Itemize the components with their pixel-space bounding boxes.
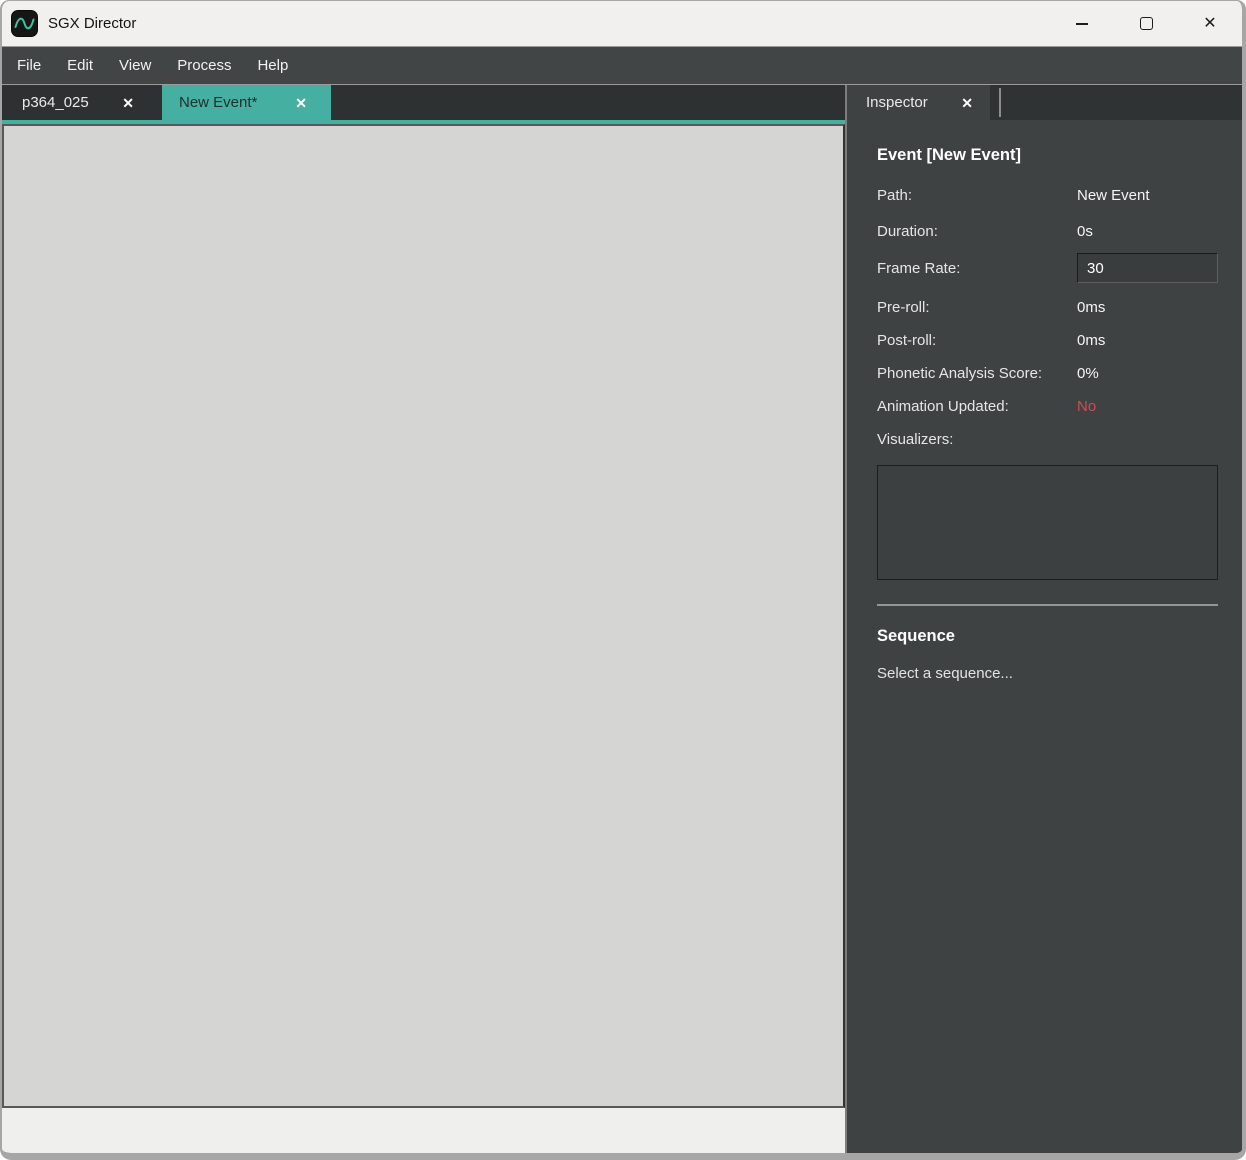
property-label: Frame Rate:	[877, 260, 1077, 277]
property-label: Visualizers:	[877, 431, 1077, 448]
property-label: Pre-roll:	[877, 299, 1077, 316]
menu-item-process[interactable]: Process	[164, 47, 244, 84]
minimize-icon	[1076, 23, 1088, 25]
sequence-heading: Sequence	[877, 627, 1212, 646]
menu-item-view[interactable]: View	[106, 47, 164, 84]
property-value: 0s	[1077, 223, 1093, 240]
property-value: 0ms	[1077, 332, 1105, 349]
section-divider	[877, 604, 1218, 606]
property-row-duration: Duration: 0s	[877, 213, 1212, 249]
property-row-post-roll: Post-roll: 0ms	[877, 324, 1212, 357]
tabbar-separator	[999, 88, 1001, 117]
property-value: New Event	[1077, 187, 1150, 204]
inspector-content: Event [New Event] Path: New Event Durati…	[847, 120, 1242, 682]
titlebar: SGX Director ✕	[2, 1, 1242, 46]
bottom-strip	[2, 1108, 845, 1153]
tab-new-event[interactable]: New Event* ✕	[162, 85, 331, 120]
minimize-button[interactable]	[1050, 1, 1114, 46]
property-row-animation-updated: Animation Updated: No	[877, 390, 1212, 423]
tab-inspector[interactable]: Inspector ✕	[847, 85, 990, 120]
property-value: 0%	[1077, 365, 1099, 382]
maximize-icon	[1140, 17, 1153, 30]
menu-item-edit[interactable]: Edit	[54, 47, 106, 84]
tab-label: p364_025	[22, 94, 89, 111]
tab-close-icon[interactable]: ✕	[295, 96, 307, 110]
property-label: Phonetic Analysis Score:	[877, 365, 1077, 382]
titlebar-left: SGX Director	[2, 10, 136, 37]
property-label: Post-roll:	[877, 332, 1077, 349]
property-value: 0ms	[1077, 299, 1105, 316]
visualizers-list[interactable]	[877, 465, 1218, 580]
app-window: SGX Director ✕ File Edit View Process He…	[0, 0, 1246, 1160]
window-controls: ✕	[1050, 1, 1242, 46]
animation-updated-status: No	[1077, 398, 1096, 415]
frame-rate-input[interactable]	[1077, 253, 1218, 283]
property-row-visualizers: Visualizers:	[877, 423, 1212, 456]
close-button[interactable]: ✕	[1178, 1, 1242, 46]
menu-item-help[interactable]: Help	[244, 47, 301, 84]
menu-item-file[interactable]: File	[4, 47, 54, 84]
maximize-button[interactable]	[1114, 1, 1178, 46]
property-label: Duration:	[877, 223, 1077, 240]
document-tabbar: p364_025 ✕ New Event* ✕	[2, 85, 845, 120]
property-label: Path:	[877, 187, 1077, 204]
event-heading: Event [New Event]	[877, 146, 1212, 165]
document-area: p364_025 ✕ New Event* ✕	[2, 85, 847, 1153]
tab-label: New Event*	[179, 94, 257, 111]
property-row-pre-roll: Pre-roll: 0ms	[877, 291, 1212, 324]
tab-close-icon[interactable]: ✕	[961, 96, 973, 110]
body-row: p364_025 ✕ New Event* ✕ Inspector ✕	[2, 85, 1242, 1153]
editor-canvas[interactable]	[2, 124, 845, 1108]
close-icon: ✕	[1203, 16, 1216, 32]
inspector-tabbar: Inspector ✕	[847, 85, 1242, 120]
property-row-path: Path: New Event	[877, 177, 1212, 213]
window-title: SGX Director	[48, 15, 136, 32]
property-row-frame-rate: Frame Rate:	[877, 249, 1212, 287]
app-logo-icon	[11, 10, 38, 37]
menubar: File Edit View Process Help	[2, 46, 1242, 85]
sequence-placeholder: Select a sequence...	[877, 665, 1212, 682]
property-row-phonetic-score: Phonetic Analysis Score: 0%	[877, 357, 1212, 390]
inspector-panel: Inspector ✕ Event [New Event] Path: New …	[847, 85, 1242, 1153]
tab-close-icon[interactable]: ✕	[122, 96, 134, 110]
property-label: Animation Updated:	[877, 398, 1077, 415]
tab-p364-025[interactable]: p364_025 ✕	[2, 85, 162, 120]
tab-label: Inspector	[866, 94, 928, 111]
